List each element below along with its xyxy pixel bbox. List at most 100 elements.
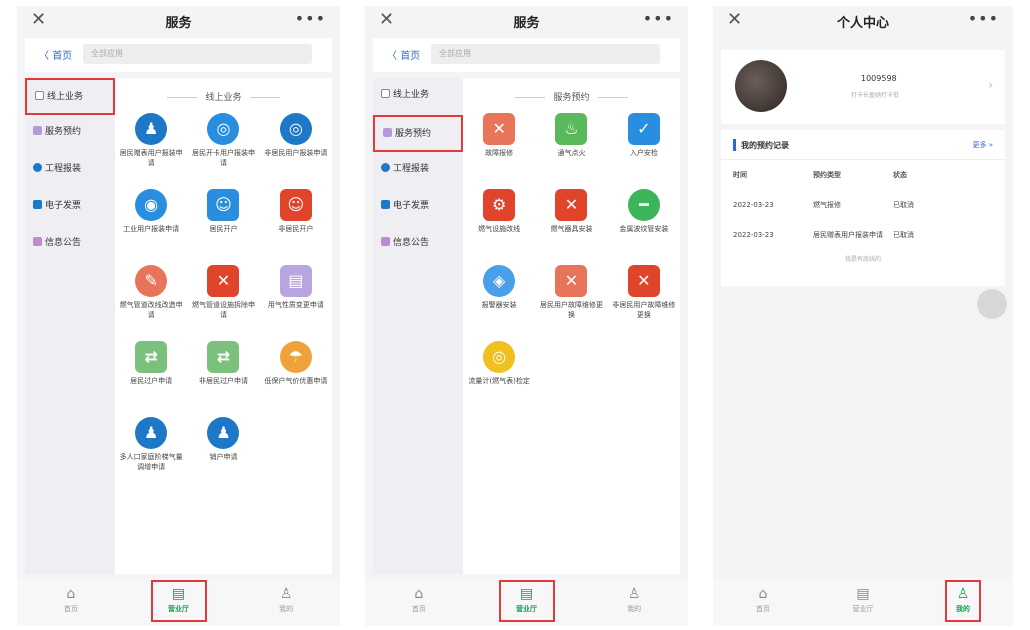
accent-bar bbox=[733, 139, 736, 151]
meter-icon: ◎ bbox=[207, 113, 240, 145]
sidebar-item-label: 电子发票 bbox=[393, 201, 430, 211]
service-tile[interactable]: ♟ 销户申请 bbox=[187, 417, 259, 493]
service-tile-label: 居民开卡用户报装申请 bbox=[191, 149, 255, 167]
sidebar-item-service-booking[interactable]: 服务预约 bbox=[25, 115, 115, 152]
back-button[interactable]: 〈 首页 bbox=[39, 47, 72, 62]
tab-label: 首页 bbox=[411, 605, 426, 613]
service-tile-label: 非居民用户报装申请 bbox=[264, 149, 328, 157]
sidebar-item-notice[interactable]: 信息公告 bbox=[373, 226, 463, 263]
service-tile[interactable]: ◎ 居民开卡用户报装申请 bbox=[187, 113, 259, 189]
records-more-link[interactable]: 更多 » bbox=[972, 140, 993, 150]
tools-icon: ✕ bbox=[555, 265, 588, 297]
sidebar-item-service-booking[interactable]: 服务预约 bbox=[373, 115, 463, 152]
service-tile[interactable]: ♟ 多人口家庭阶梯气量调增申请 bbox=[115, 417, 187, 493]
service-tile-label: 销户申请 bbox=[209, 453, 238, 461]
tab-hall[interactable]: ▤ 营业厅 bbox=[813, 578, 913, 626]
sidebar-item-engineering[interactable]: 工程报装 bbox=[25, 152, 115, 189]
service-tile[interactable]: ▤ 用气性质变更申请 bbox=[260, 265, 332, 341]
tools-icon: ✕ bbox=[627, 265, 660, 297]
service-tile-label: 工业用户报装申请 bbox=[123, 225, 180, 233]
service-tile[interactable]: ✕ 非居民用户故障维修更换 bbox=[608, 265, 680, 341]
tab-mine[interactable]: ♙ 我的 bbox=[232, 578, 340, 626]
service-tile[interactable]: ☺ 非居民开户 bbox=[260, 189, 332, 265]
more-icon[interactable]: ••• bbox=[968, 9, 999, 28]
sidebar-item-label: 工程报装 bbox=[45, 164, 82, 174]
sidebar-item-label: 线上业务 bbox=[47, 92, 84, 102]
table-row[interactable]: 2022-03-23 居民赠表用户报装申请 已取消 bbox=[721, 220, 1005, 250]
service-tile[interactable]: ♟ 居民赠表用户报装申请 bbox=[115, 113, 187, 189]
sidebar-item-label: 电子发票 bbox=[45, 201, 82, 211]
search-input[interactable]: 全部应用 bbox=[83, 44, 312, 64]
profile-card[interactable]: 1009598 打卡长盈她打卡低 › bbox=[721, 50, 1005, 124]
more-icon[interactable]: ••• bbox=[643, 9, 674, 28]
service-tile[interactable]: ✕ 居民用户故障维修更换 bbox=[535, 265, 607, 341]
cell-status: 已取消 bbox=[893, 201, 914, 209]
tab-home[interactable]: ⌂ 首页 bbox=[713, 578, 813, 626]
service-grid: ✕ 故障报修 ♨ 通气点火 ✓ 入户安检 ⚙ 燃气设施改线 ✕ 燃气器具安装 ━ 金属波纹管安装 ◈ 报警… bbox=[463, 113, 680, 417]
service-tile-label: 非居民用户故障维修更换 bbox=[612, 301, 676, 319]
service-tile[interactable]: ━ 金属波纹管安装 bbox=[608, 189, 680, 265]
service-tile-label: 燃气管道改线改造申请 bbox=[119, 301, 183, 319]
back-button[interactable]: 〈 首页 bbox=[387, 47, 420, 62]
records-title: 我的预约记录 bbox=[741, 141, 789, 150]
service-tile-label: 居民开户 bbox=[209, 225, 238, 233]
service-tile[interactable]: ☂ 低保户气价优惠申请 bbox=[260, 341, 332, 417]
tab-mine[interactable]: ♙ 我的 bbox=[580, 578, 688, 626]
service-tile[interactable]: ♨ 通气点火 bbox=[535, 113, 607, 189]
transfer-icon: ⇄ bbox=[135, 341, 168, 373]
sidebar-item-label: 工程报装 bbox=[393, 164, 430, 174]
user-icon: ☺ bbox=[207, 189, 240, 221]
service-tile[interactable]: ◎ 非居民用户报装申请 bbox=[260, 113, 332, 189]
sidebar-item-online-business[interactable]: 线上业务 bbox=[373, 78, 463, 115]
title-bar: ✕ 服务 ••• bbox=[17, 6, 340, 36]
service-tile[interactable]: ◉ 工业用户报装申请 bbox=[115, 189, 187, 265]
service-tile[interactable]: ✕ 燃气管道设施拆除申请 bbox=[187, 265, 259, 341]
service-tile[interactable]: ✕ 故障报修 bbox=[463, 113, 535, 189]
home-icon: ⌂ bbox=[414, 586, 424, 602]
tab-hall[interactable]: ▤ 营业厅 bbox=[473, 578, 581, 626]
more-icon[interactable]: ••• bbox=[295, 9, 326, 28]
service-tile[interactable]: ✎ 燃气管道改线改造申请 bbox=[115, 265, 187, 341]
service-tile[interactable]: ◈ 报警器安装 bbox=[463, 265, 535, 341]
service-tile-label: 金属波纹管安装 bbox=[619, 225, 669, 233]
table-row[interactable]: 2022-03-23 燃气报修 已取消 bbox=[721, 190, 1005, 220]
service-tile-label: 居民用户故障维修更换 bbox=[539, 301, 603, 319]
tab-home[interactable]: ⌂ 首页 bbox=[365, 578, 473, 626]
tab-home[interactable]: ⌂ 首页 bbox=[17, 578, 125, 626]
service-tile[interactable]: ⇄ 非居民过户申请 bbox=[187, 341, 259, 417]
service-tile-label: 燃气设施改线 bbox=[478, 225, 521, 233]
title-bar: ✕ 个人中心 ••• bbox=[713, 6, 1013, 36]
tab-bar: ⌂ 首页 ▤ 营业厅 ♙ 我的 bbox=[365, 578, 688, 626]
meter-icon: ◎ bbox=[279, 113, 312, 145]
cell-status: 已取消 bbox=[893, 231, 914, 239]
service-tile[interactable]: ✕ 燃气器具安装 bbox=[535, 189, 607, 265]
shield-icon: ✓ bbox=[627, 113, 660, 145]
back-label: 首页 bbox=[52, 51, 73, 62]
sidebar-item-engineering[interactable]: 工程报装 bbox=[373, 152, 463, 189]
search-input[interactable]: 全部应用 bbox=[431, 44, 660, 64]
tab-mine[interactable]: ♙ 我的 bbox=[913, 578, 1013, 626]
service-tile[interactable]: ⇄ 居民过户申请 bbox=[115, 341, 187, 417]
alarm-icon: ◈ bbox=[483, 265, 516, 297]
person-icon: ♙ bbox=[627, 586, 641, 602]
page-title: 服务 bbox=[513, 16, 540, 31]
pipe-icon: ━ bbox=[627, 189, 660, 221]
tab-hall[interactable]: ▤ 营业厅 bbox=[125, 578, 233, 626]
service-tile[interactable]: ☺ 居民开户 bbox=[187, 189, 259, 265]
sidebar-item-invoice[interactable]: 电子发票 bbox=[25, 189, 115, 226]
floating-button[interactable] bbox=[977, 289, 1007, 319]
sidebar-item-online-business[interactable]: 线上业务 bbox=[25, 78, 115, 115]
search-row: 〈 首页 全部应用 bbox=[373, 38, 680, 72]
service-tile[interactable]: ◎ 流量计(燃气表)检定 bbox=[463, 341, 535, 417]
tools-icon: ✕ bbox=[555, 189, 588, 221]
service-tile[interactable]: ⚙ 燃气设施改线 bbox=[463, 189, 535, 265]
sidebar-item-invoice[interactable]: 电子发票 bbox=[373, 189, 463, 226]
search-row: 〈 首页 全部应用 bbox=[25, 38, 332, 72]
person-icon: ♟ bbox=[135, 113, 168, 145]
service-tile-label: 故障报修 bbox=[485, 149, 514, 157]
calendar-icon bbox=[33, 126, 42, 135]
tools-icon: ✕ bbox=[207, 265, 240, 297]
service-tile[interactable]: ✓ 入户安检 bbox=[608, 113, 680, 189]
sidebar-item-notice[interactable]: 信息公告 bbox=[25, 226, 115, 263]
calendar-icon bbox=[383, 128, 392, 137]
